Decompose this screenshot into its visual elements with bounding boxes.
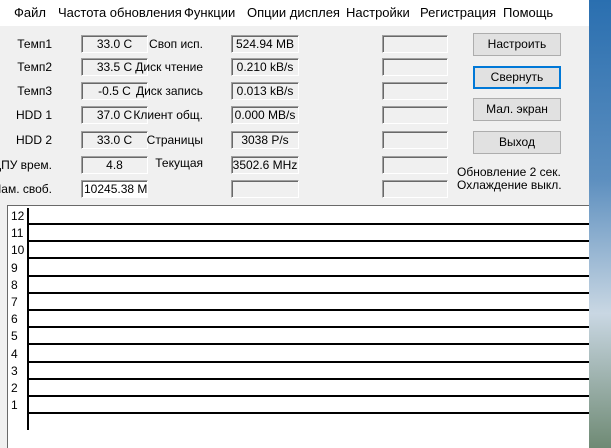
temp1-label: Темп1 — [17, 37, 52, 51]
swap-used-label: Своп исп. — [149, 37, 203, 51]
extra-field-4 — [382, 106, 448, 124]
hdd1-label: HDD 1 — [15, 108, 52, 122]
extra-field-6 — [382, 156, 448, 174]
free-mem-value: 10245.38 MB — [81, 180, 148, 198]
current-freq-value: 3502.6 MHz — [231, 156, 299, 174]
graph-y-tick-label: 5 — [11, 329, 18, 344]
graph-gridline — [28, 309, 589, 311]
cpu-time-value: 4.8 — [81, 156, 148, 174]
graph-gridline — [28, 395, 589, 397]
extra-field-2 — [382, 58, 448, 76]
graph-y-tick-label: 1 — [11, 398, 18, 413]
menu-bar: Файл Частота обновления Функции Опции ди… — [0, 0, 589, 27]
current-freq-label: Текущая — [155, 156, 203, 170]
graph-y-tick-label: 7 — [11, 295, 18, 309]
extra-field-3 — [382, 82, 448, 100]
graph-gridline — [28, 274, 589, 277]
temp3-label: Темп3 — [17, 84, 52, 98]
graph-y-tick-label: 10 — [11, 243, 25, 258]
extra-field-5 — [382, 131, 448, 149]
extra-field-1 — [382, 35, 448, 53]
menu-help[interactable]: Помощь — [503, 5, 553, 20]
disk-read-value: 0.210 kB/s — [231, 58, 299, 76]
graph-y-tick-label: 8 — [11, 277, 18, 292]
update-interval-status: Обновление 2 сек. — [457, 165, 561, 179]
graph-gridline — [28, 291, 589, 294]
hdd2-label: HDD 2 — [15, 133, 52, 147]
swap-used-value: 524.94 MB — [231, 35, 299, 53]
disk-read-label: Диск чтение — [135, 60, 203, 74]
graph-y-tick-label: 3 — [11, 363, 18, 378]
client-total-value: 0.000 MB/s — [231, 106, 299, 124]
graph-gridline — [28, 326, 589, 329]
menu-display-options[interactable]: Опции дисплея — [247, 5, 340, 20]
disk-write-label: Диск запись — [135, 84, 203, 98]
temp2-label: Темп2 — [17, 60, 52, 74]
extra-field-7 — [382, 180, 448, 198]
small-screen-button[interactable]: Мал. экран — [473, 98, 561, 121]
cpu-time-label: % ЦПУ врем. — [0, 158, 52, 172]
menu-refresh-rate[interactable]: Частота обновления — [58, 5, 182, 20]
graph-y-tick-label: 11 — [11, 226, 24, 241]
graph-gridline — [28, 377, 589, 380]
cooling-status: Охлаждение выкл. — [457, 178, 562, 192]
graph-y-tick-label: 9 — [11, 260, 18, 275]
history-graph: 12 11 10 9 8 7 6 5 4 3 2 1 — [7, 205, 589, 448]
app-window: Файл Частота обновления Функции Опции ди… — [0, 0, 589, 448]
menu-registration[interactable]: Регистрация — [420, 5, 496, 20]
graph-gridline — [28, 223, 589, 225]
hdd2-value: 33.0 C — [81, 131, 148, 149]
empty-value — [231, 180, 299, 198]
configure-button[interactable]: Настроить — [473, 33, 561, 56]
pages-label: Страницы — [146, 133, 203, 147]
menu-file[interactable]: Файл — [14, 5, 46, 20]
menu-functions[interactable]: Функции — [184, 5, 235, 20]
free-mem-label: Пам. своб. — [0, 182, 52, 196]
graph-y-tick-label: 4 — [11, 346, 18, 361]
client-total-label: Клиент общ. — [133, 108, 203, 122]
graph-gridline — [28, 412, 589, 415]
minimize-button[interactable]: Свернуть — [473, 66, 561, 89]
graph-gridline — [28, 257, 589, 260]
exit-button[interactable]: Выход — [473, 131, 561, 154]
pages-value: 3038 P/s — [231, 131, 299, 149]
graph-y-tick-label: 12 — [11, 209, 25, 223]
disk-write-value: 0.013 kB/s — [231, 82, 299, 100]
menu-settings[interactable]: Настройки — [346, 5, 410, 20]
graph-gridline — [28, 343, 589, 346]
graph-gridline — [28, 360, 589, 363]
temp1-value: 33.0 C — [81, 35, 148, 53]
graph-gridline — [28, 240, 589, 243]
graph-y-tick-label: 6 — [11, 312, 18, 327]
graph-y-tick-label: 2 — [11, 381, 18, 395]
